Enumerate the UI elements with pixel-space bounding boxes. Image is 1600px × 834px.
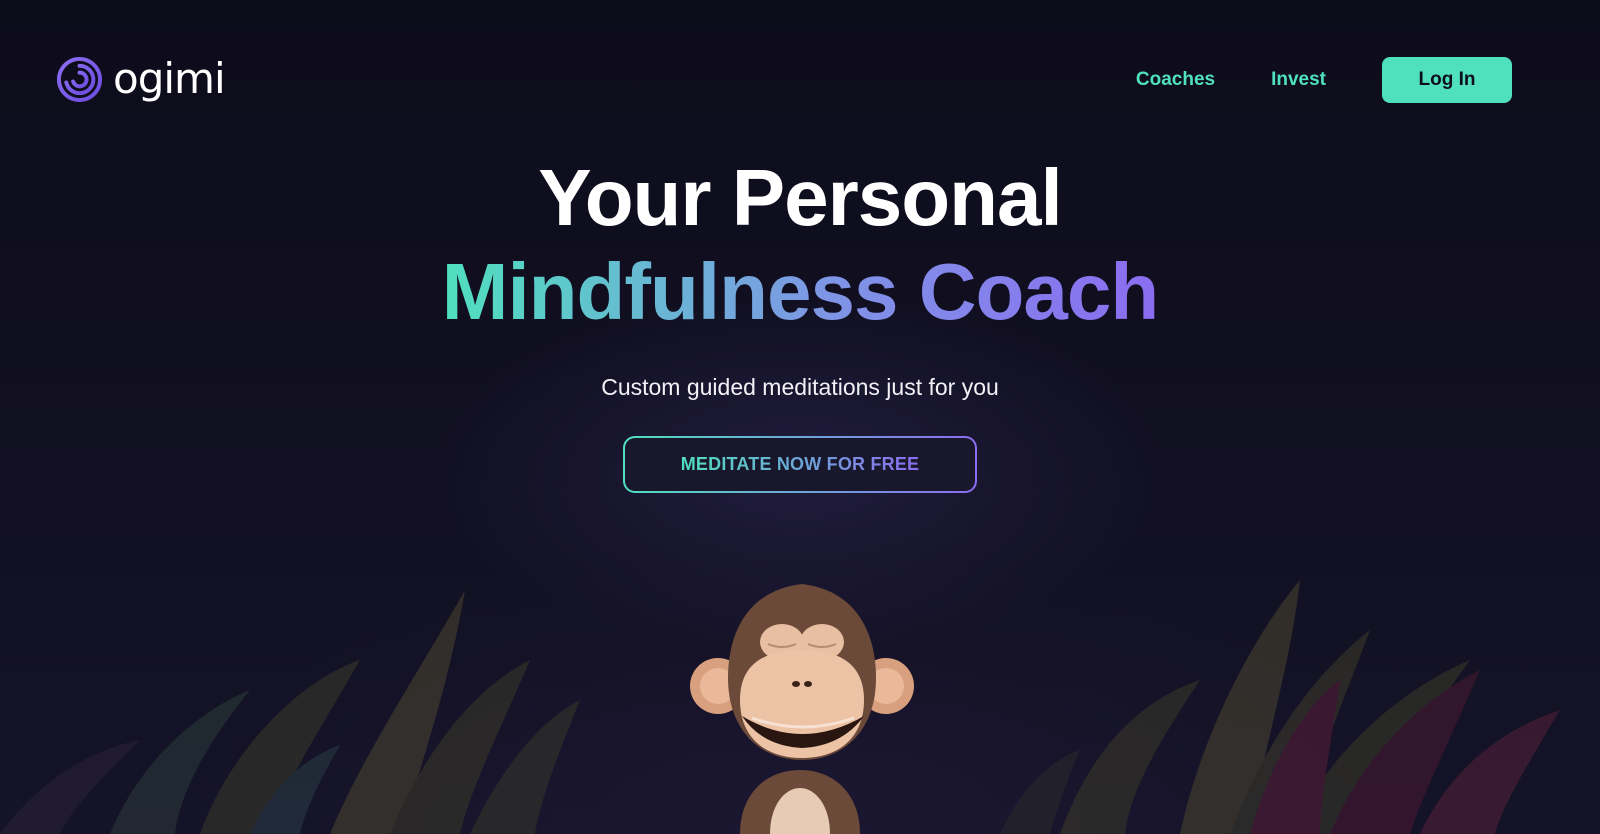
- meditate-now-button[interactable]: MEDITATE NOW FOR FREE: [625, 438, 975, 491]
- logo-text: ogimi: [113, 54, 226, 103]
- monkey-icon: [690, 584, 914, 834]
- jungle-scene: [0, 560, 1600, 834]
- left-plants-icon: [0, 590, 580, 834]
- hero-section: Your Personal Mindfulness Coach Custom g…: [0, 150, 1600, 401]
- site-header: ogimi Coaches Invest Log In: [0, 0, 1600, 160]
- cta-border: MEDITATE NOW FOR FREE: [623, 436, 977, 493]
- login-button[interactable]: Log In: [1382, 57, 1512, 103]
- jungle-illustration: [0, 580, 1560, 834]
- ogimi-logo-icon: [56, 56, 103, 102]
- main-nav: Coaches Invest Log In: [1136, 57, 1512, 103]
- logo[interactable]: ogimi: [56, 54, 226, 103]
- nav-link-invest[interactable]: Invest: [1271, 69, 1326, 91]
- right-plants-icon: [1000, 580, 1560, 834]
- hero-subtitle: Custom guided meditations just for you: [601, 374, 999, 400]
- hero-title-line2: Mindfulness Coach: [441, 247, 1159, 336]
- cta-label: MEDITATE NOW FOR FREE: [680, 454, 920, 474]
- nav-link-coaches[interactable]: Coaches: [1136, 69, 1215, 91]
- hero-title-line1: Your Personal: [538, 153, 1062, 242]
